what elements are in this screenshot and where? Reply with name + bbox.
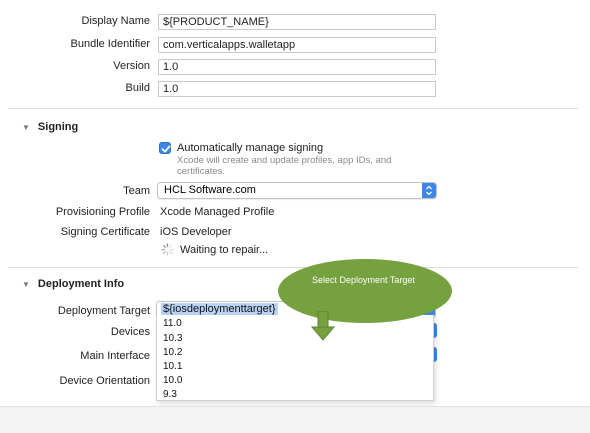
deployment-target-value[interactable]: ${iosdeploymenttarget} bbox=[161, 303, 278, 315]
device-orientation-label: Device Orientation bbox=[59, 375, 151, 387]
spinner-icon bbox=[161, 243, 174, 259]
team-popup[interactable]: HCL Software.com bbox=[157, 182, 437, 199]
main-interface-label: Main Interface bbox=[80, 350, 150, 362]
checkmark-icon bbox=[161, 145, 171, 153]
deployment-target-dropdown[interactable]: 11.0 10.3 10.2 10.1 10.0 9.3 bbox=[156, 315, 434, 401]
bundle-identifier-field[interactable]: com.verticalapps.walletapp bbox=[158, 37, 436, 53]
deployment-section-title: Deployment Info bbox=[37, 278, 125, 290]
disclosure-triangle-icon[interactable]: ▼ bbox=[22, 280, 30, 289]
provisioning-profile-value: Xcode Managed Profile bbox=[160, 206, 275, 218]
footer-bar bbox=[0, 406, 590, 433]
team-value: HCL Software.com bbox=[164, 184, 256, 196]
callout-text: Select Deployment Target bbox=[312, 275, 415, 285]
build-label: Build bbox=[125, 82, 150, 94]
version-field[interactable]: 1.0 bbox=[158, 59, 436, 75]
signing-certificate-value: iOS Developer bbox=[160, 226, 232, 238]
display-name-field[interactable]: ${PRODUCT_NAME} bbox=[158, 14, 436, 30]
dropdown-option[interactable]: 10.2 bbox=[163, 347, 182, 358]
auto-manage-signing-label[interactable]: Automatically manage signing bbox=[177, 142, 323, 154]
signing-status-text: Waiting to repair... bbox=[180, 244, 269, 256]
signing-certificate-label: Signing Certificate bbox=[60, 226, 150, 238]
dropdown-option[interactable]: 10.3 bbox=[163, 333, 182, 344]
annotation-callout: Select Deployment Target bbox=[278, 259, 452, 323]
bundle-identifier-label: Bundle Identifier bbox=[70, 38, 151, 50]
provisioning-profile-label: Provisioning Profile bbox=[55, 206, 150, 218]
build-field[interactable]: 1.0 bbox=[158, 81, 436, 97]
auto-manage-signing-checkbox[interactable] bbox=[159, 142, 171, 154]
devices-label: Devices bbox=[110, 326, 150, 338]
deployment-section-header[interactable]: ▼ Deployment Info bbox=[22, 278, 124, 290]
signing-section-title: Signing bbox=[37, 121, 79, 133]
display-name-label: Display Name bbox=[81, 15, 150, 27]
dropdown-option[interactable]: 9.3 bbox=[163, 389, 177, 400]
disclosure-triangle-icon[interactable]: ▼ bbox=[22, 123, 30, 132]
signing-section-header[interactable]: ▼ Signing bbox=[22, 121, 78, 133]
down-arrow-icon bbox=[310, 310, 336, 344]
deployment-target-label: Deployment Target bbox=[57, 305, 150, 317]
dropdown-option[interactable]: 11.0 bbox=[163, 318, 182, 329]
section-divider bbox=[8, 108, 578, 109]
team-label: Team bbox=[123, 185, 150, 197]
version-label: Version bbox=[113, 60, 150, 72]
auto-manage-help-line-1: Xcode will create and update profiles, a… bbox=[177, 155, 392, 166]
auto-manage-help-line-2: certificates. bbox=[177, 166, 226, 177]
section-divider bbox=[8, 267, 578, 268]
updown-chevron-icon[interactable] bbox=[422, 183, 436, 198]
dropdown-option[interactable]: 10.1 bbox=[163, 361, 182, 372]
dropdown-option[interactable]: 10.0 bbox=[163, 375, 182, 386]
